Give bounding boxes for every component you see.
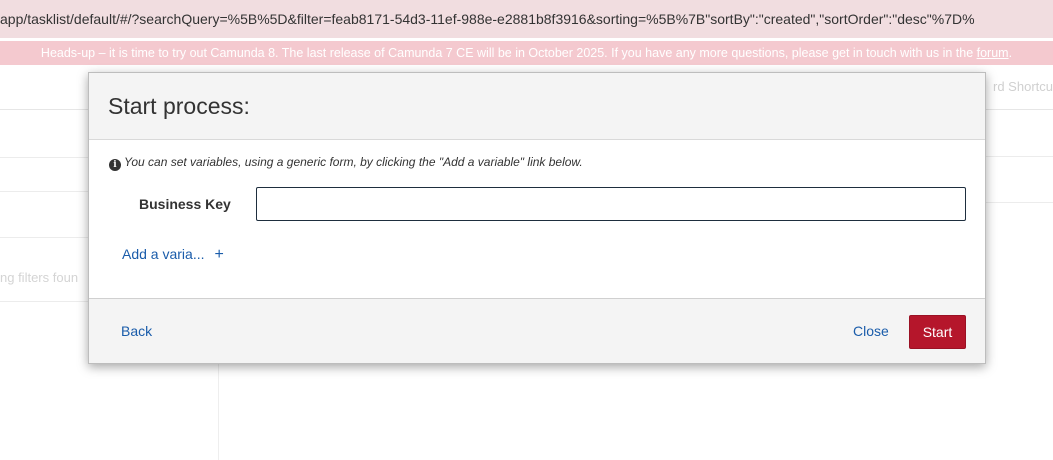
plus-icon: + — [214, 246, 224, 263]
add-variable-label: Add a varia... — [122, 246, 205, 262]
no-filters-text: ng filters foun — [0, 270, 79, 285]
notice-text: Heads-up – it is time to try out Camunda… — [40, 46, 977, 60]
info-icon: i — [109, 159, 121, 171]
keyboard-shortcuts-link: rd Shortcu — [993, 79, 1053, 94]
info-message: i You can set variables, using a generic … — [109, 155, 583, 171]
close-button[interactable]: Close — [853, 323, 889, 339]
dialog-header: Start process: — [89, 73, 985, 140]
add-variable-link[interactable]: Add a varia... + — [122, 246, 224, 264]
address-bar[interactable]: app/tasklist/default/#/?searchQuery=%5B%… — [0, 0, 1053, 38]
divider — [985, 202, 1053, 203]
back-button[interactable]: Back — [121, 323, 152, 339]
info-text: You can set variables, using a generic f… — [124, 155, 583, 169]
forum-link[interactable]: forum — [977, 46, 1009, 60]
start-process-dialog: Start process: i You can set variables, u… — [88, 72, 986, 364]
dialog-footer: Back Close Start — [89, 299, 985, 363]
divider — [985, 156, 1053, 157]
dialog-body: i You can set variables, using a generic … — [89, 140, 985, 299]
business-key-label: Business Key — [139, 196, 231, 212]
dialog-title: Start process: — [108, 93, 250, 119]
business-key-input[interactable] — [256, 187, 966, 221]
start-button[interactable]: Start — [909, 315, 966, 349]
notice-banner: Heads-up – it is time to try out Camunda… — [0, 41, 1053, 65]
notice-suffix: . — [1008, 46, 1013, 60]
url-text: app/tasklist/default/#/?searchQuery=%5B%… — [0, 11, 975, 27]
